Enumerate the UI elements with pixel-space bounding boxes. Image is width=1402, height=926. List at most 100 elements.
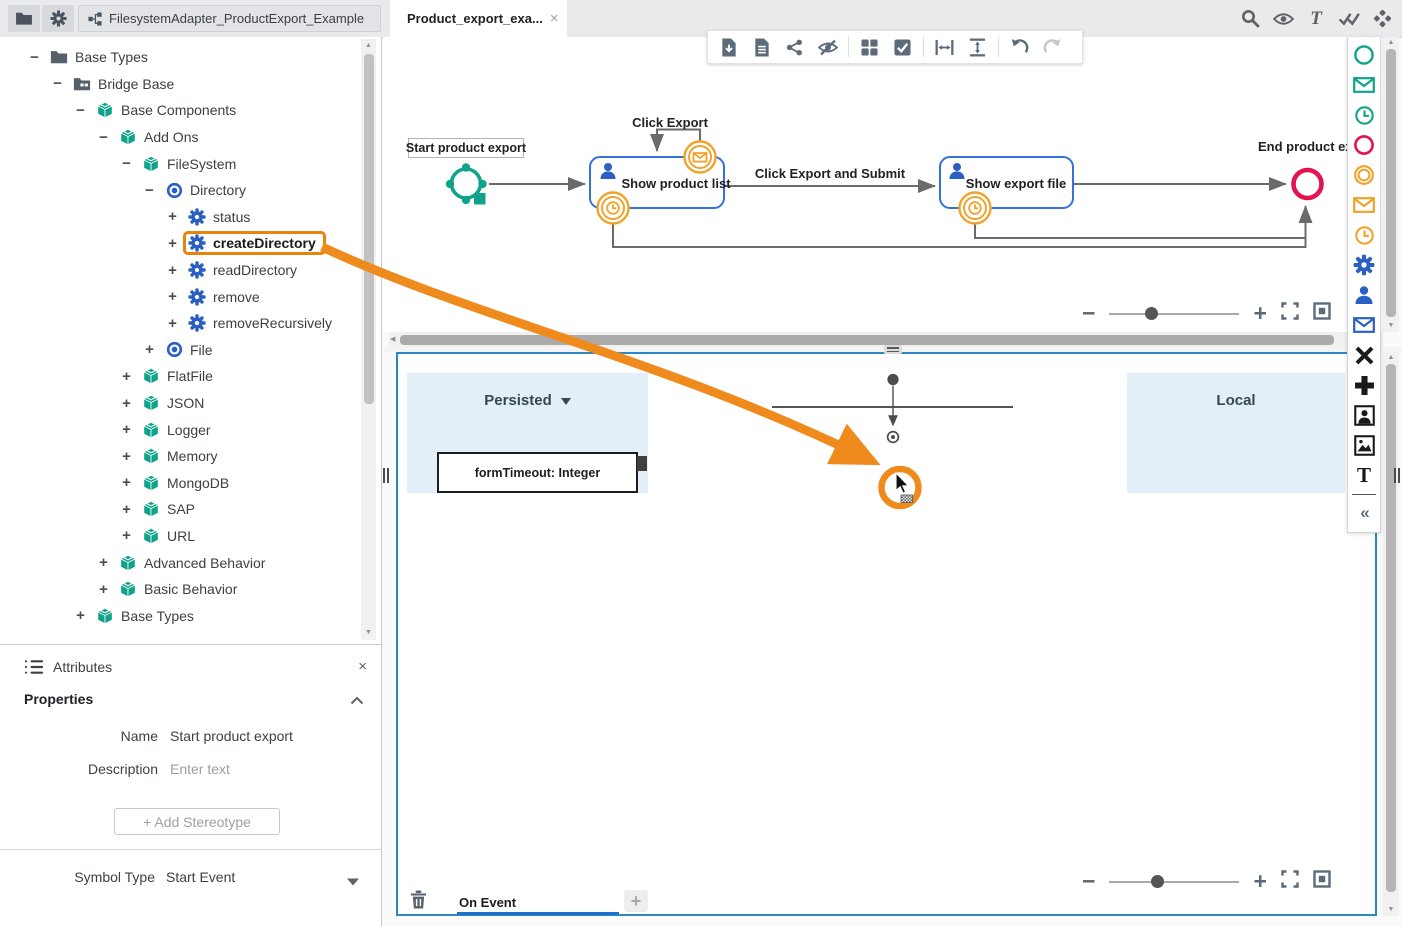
close-icon[interactable]: × <box>358 658 367 675</box>
fit-view-icon[interactable] <box>1313 870 1331 893</box>
redo-icon[interactable] <box>1036 32 1069 62</box>
fullscreen-icon[interactable] <box>1281 870 1299 893</box>
collapse-icon[interactable]: « <box>1348 498 1380 528</box>
tree-item[interactable]: + createDirectory <box>0 230 360 257</box>
tree-item[interactable]: + Logger <box>0 416 360 443</box>
tree-item[interactable]: + remove <box>0 283 360 310</box>
eye-icon[interactable] <box>1271 7 1295 31</box>
tree-toggle[interactable]: − <box>28 49 41 66</box>
undo-icon[interactable] <box>1003 32 1036 62</box>
tree-toggle[interactable]: − <box>120 155 133 172</box>
timer-start-icon[interactable] <box>1348 100 1380 130</box>
tree-item[interactable]: + SAP <box>0 496 360 523</box>
text-style-icon[interactable]: T <box>1304 7 1328 31</box>
tree-item[interactable]: − Bridge Base <box>0 71 360 98</box>
splitter-handle[interactable] <box>884 345 902 354</box>
tree-item[interactable]: + Basic Behavior <box>0 576 360 603</box>
tree-item[interactable]: + Memory <box>0 443 360 470</box>
tree-toggle[interactable]: + <box>74 607 87 624</box>
tree-toggle[interactable]: + <box>97 581 110 598</box>
checkbox-icon[interactable] <box>886 32 919 62</box>
panel-resize-handle-right[interactable] <box>1394 468 1400 483</box>
symbol-type-dropdown-icon[interactable] <box>347 873 359 891</box>
ui-form-canvas[interactable]: Persisted formTimeout: Integer Local On … <box>396 352 1377 916</box>
tree-toggle[interactable]: + <box>120 368 133 385</box>
tree-toggle[interactable]: + <box>166 262 179 279</box>
tree-item[interactable]: − Base Types <box>0 44 360 71</box>
zoom-slider[interactable] <box>1109 881 1239 883</box>
file-text-icon[interactable] <box>745 32 778 62</box>
intermediate-event-icon[interactable] <box>1348 160 1380 190</box>
tree-item[interactable]: + JSON <box>0 390 360 417</box>
delete-tab-icon[interactable] <box>410 890 427 914</box>
search-icon[interactable] <box>1238 7 1262 31</box>
scroll-down-icon[interactable]: ▼ <box>361 628 376 638</box>
tree-item[interactable]: − FileSystem <box>0 150 360 177</box>
tree-item[interactable]: + removeRecursively <box>0 310 360 337</box>
tree-item[interactable]: + File <box>0 337 360 364</box>
timer-event-icon[interactable] <box>1348 220 1380 250</box>
zoom-out-button[interactable]: − <box>1082 870 1095 893</box>
form-attribute[interactable]: formTimeout: Integer <box>437 452 638 493</box>
fullscreen-icon[interactable] <box>1281 302 1299 325</box>
start-event-icon[interactable] <box>1348 40 1380 70</box>
tree-toggle[interactable]: + <box>120 421 133 438</box>
tree-toggle[interactable]: + <box>120 501 133 518</box>
scroll-up-icon[interactable]: ▲ <box>1383 353 1399 363</box>
tree-scrollbar[interactable]: ▲ ▼ <box>361 39 376 640</box>
project-title-bar[interactable]: FilesystemAdapter_ProductExport_Example <box>78 5 381 32</box>
components-icon[interactable] <box>1370 7 1394 31</box>
symbol-type-value[interactable]: Start Event <box>166 869 235 885</box>
grid-icon[interactable] <box>853 32 886 62</box>
zoom-slider[interactable] <box>1109 313 1239 315</box>
tree-toggle[interactable]: + <box>166 208 179 225</box>
tree-toggle[interactable]: + <box>143 341 156 358</box>
scroll-down-icon[interactable]: ▼ <box>1383 321 1399 331</box>
tree-toggle[interactable]: + <box>97 554 110 571</box>
tree-item[interactable]: − Base Components <box>0 97 360 124</box>
tree-item[interactable]: + Advanced Behavior <box>0 549 360 576</box>
scroll-down-icon[interactable]: ▼ <box>1383 905 1399 915</box>
zoom-out-button[interactable]: − <box>1082 302 1095 325</box>
local-panel[interactable]: Local <box>1127 373 1345 493</box>
tree-toggle[interactable]: + <box>166 315 179 332</box>
import-file-icon[interactable] <box>712 32 745 62</box>
zoom-in-button[interactable]: + <box>1253 870 1266 893</box>
attribute-port[interactable] <box>637 456 647 471</box>
hide-icon[interactable] <box>811 32 844 62</box>
tree-toggle[interactable]: + <box>120 527 133 544</box>
tree-item[interactable]: + readDirectory <box>0 257 360 284</box>
zoom-slider-thumb[interactable] <box>1145 307 1158 320</box>
gateway-x-icon[interactable] <box>1348 340 1380 370</box>
collapse-section-icon[interactable] <box>350 692 364 710</box>
distribute-vertical-icon[interactable] <box>961 32 994 62</box>
project-browser-button[interactable] <box>8 5 40 32</box>
chevron-down-icon[interactable] <box>561 398 571 405</box>
tab-close-icon[interactable]: × <box>550 11 559 26</box>
message-event-icon[interactable] <box>1348 190 1380 220</box>
tree-item[interactable]: + Base Types <box>0 602 360 629</box>
tree-item[interactable]: + URL <box>0 523 360 550</box>
tab-product-export[interactable]: Product_export_exa... × <box>390 0 567 37</box>
tree-toggle[interactable]: − <box>74 102 87 119</box>
bottom-tab-on-event[interactable]: On Event <box>459 895 516 910</box>
fit-view-icon[interactable] <box>1313 302 1331 325</box>
tree-item[interactable]: + MongoDB <box>0 470 360 497</box>
name-field-value[interactable]: Start product export <box>170 728 293 744</box>
tree-item[interactable]: + status <box>0 204 360 231</box>
zoom-in-button[interactable]: + <box>1253 302 1266 325</box>
tree-toggle[interactable]: + <box>166 235 179 252</box>
panel-resize-handle-left[interactable] <box>383 468 389 483</box>
tree-toggle[interactable]: + <box>120 395 133 412</box>
gateway-plus-icon[interactable] <box>1348 370 1380 400</box>
share-icon[interactable] <box>778 32 811 62</box>
send-task-icon[interactable] <box>1348 310 1380 340</box>
tree-scrollbar-thumb[interactable] <box>364 54 374 404</box>
distribute-horizontal-icon[interactable] <box>928 32 961 62</box>
action-icon[interactable] <box>1348 250 1380 280</box>
text-icon[interactable]: T <box>1348 460 1380 490</box>
tree-item[interactable]: + FlatFile <box>0 363 360 390</box>
portrait-icon[interactable] <box>1348 400 1380 430</box>
add-tab-button[interactable]: + <box>624 890 648 912</box>
tree-toggle[interactable]: − <box>97 129 110 146</box>
